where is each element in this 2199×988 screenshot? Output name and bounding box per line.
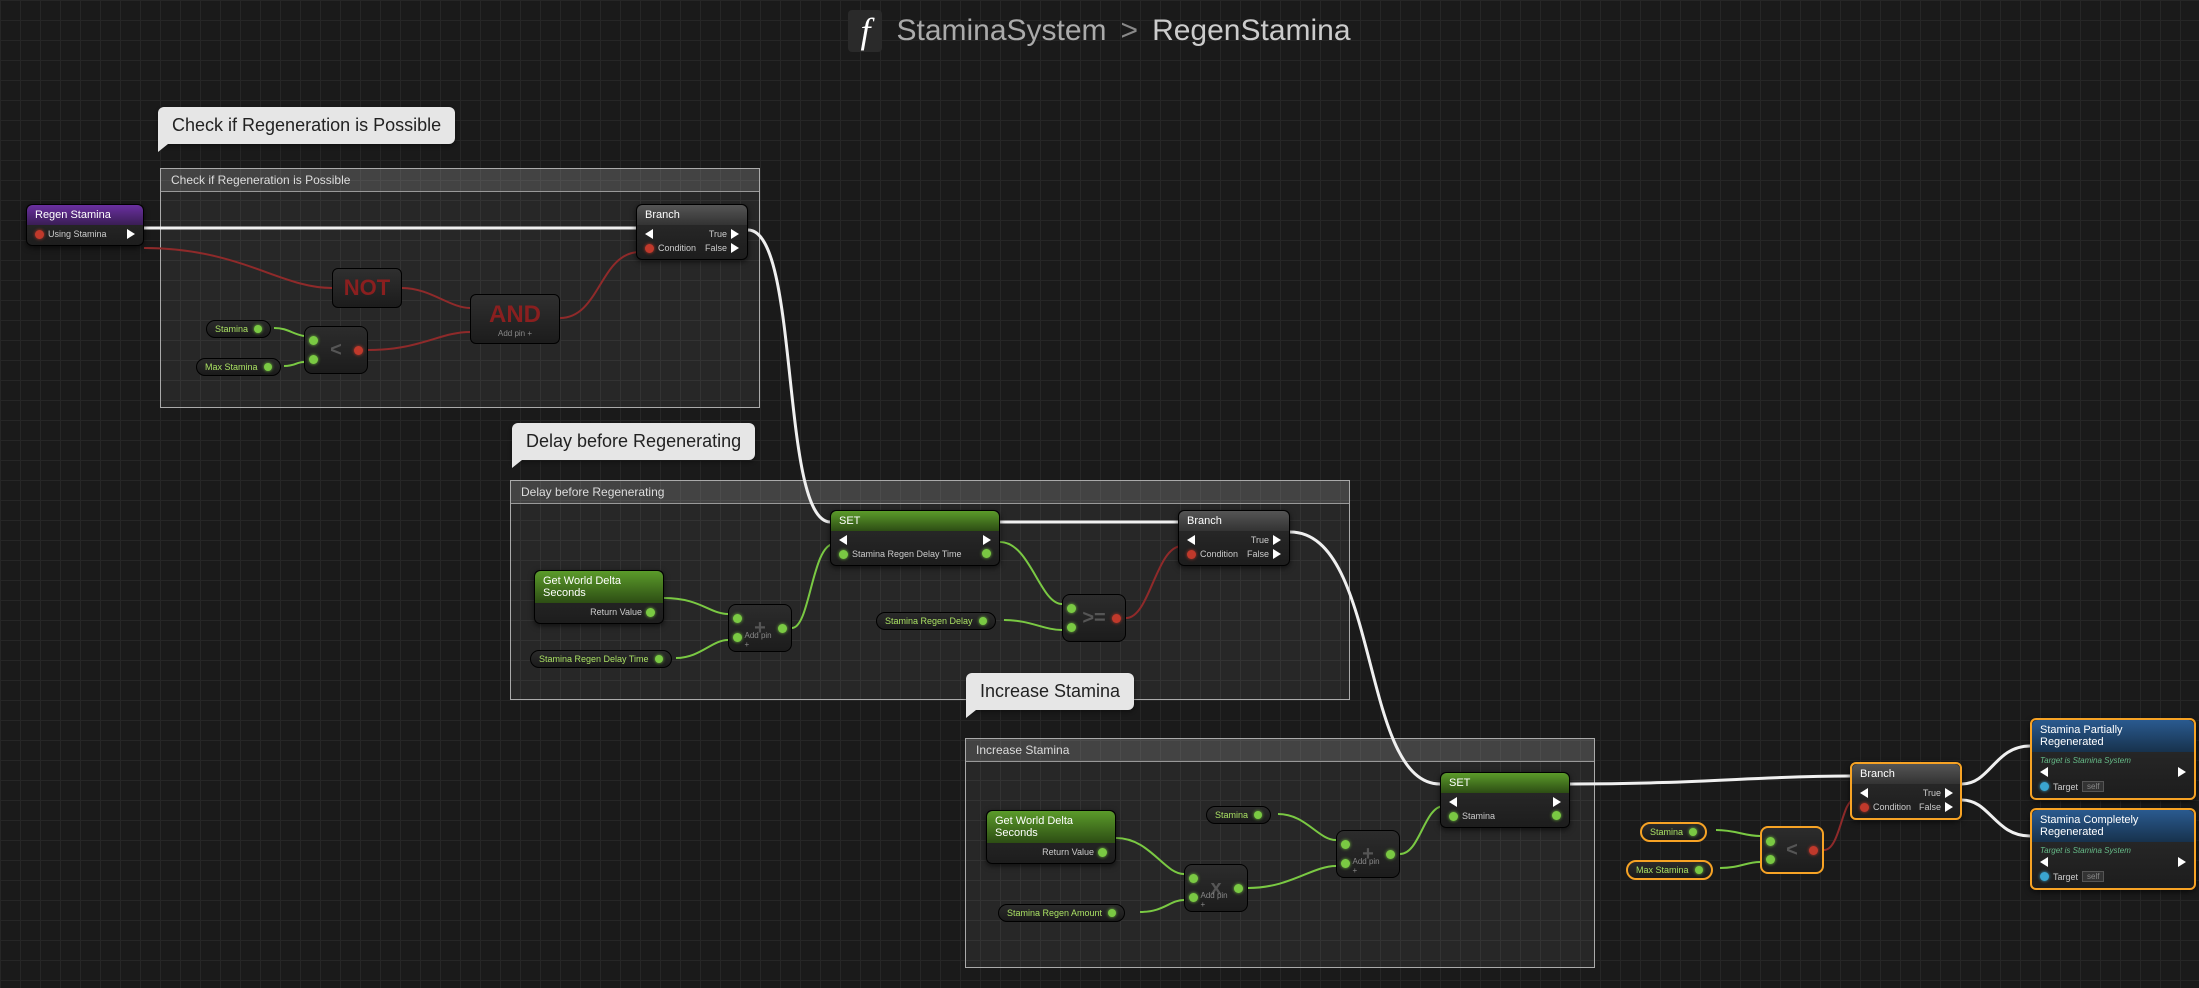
add-pin[interactable]: Add pin + xyxy=(498,329,532,338)
var-regen-delay-time[interactable]: Stamina Regen Delay Time xyxy=(530,650,672,668)
var-stamina[interactable]: Stamina xyxy=(206,320,271,338)
op-and[interactable]: AND Add pin + xyxy=(470,294,560,344)
op-not[interactable]: NOT xyxy=(332,268,402,308)
op-less-than[interactable]: < xyxy=(304,326,368,374)
var-max-stamina-2[interactable]: Max Stamina xyxy=(1626,860,1713,880)
branch-node-1[interactable]: Branch Condition True False xyxy=(636,204,748,260)
var-max-stamina[interactable]: Max Stamina xyxy=(196,358,281,376)
branch-node-3[interactable]: Branch Condition True False xyxy=(1850,762,1962,820)
var-regen-amount[interactable]: Stamina Regen Amount xyxy=(998,904,1125,922)
op-less-than-2[interactable]: < xyxy=(1760,826,1824,874)
set-stamina[interactable]: SET Stamina xyxy=(1440,772,1570,828)
get-world-delta-seconds-2[interactable]: Get World Delta Seconds Return Value xyxy=(986,810,1116,864)
get-world-delta-seconds[interactable]: Get World Delta Seconds Return Value xyxy=(534,570,664,624)
function-entry-node[interactable]: Regen Stamina Using Stamina xyxy=(26,204,144,246)
event-complete-regen[interactable]: Stamina Completely Regenerated Target is… xyxy=(2030,808,2196,890)
pin-return[interactable]: Return Value xyxy=(590,607,642,617)
op-gte[interactable]: >= xyxy=(1062,594,1126,642)
region-title: Check if Regeneration is Possible xyxy=(161,169,759,192)
breadcrumb: f StaminaSystem > RegenStamina xyxy=(0,10,2199,52)
pin-regen-delay-time[interactable]: Stamina Regen Delay Time xyxy=(852,549,962,559)
pin-using-stamina[interactable]: Using Stamina xyxy=(48,229,107,239)
op-add-2[interactable]: + Add pin + xyxy=(1336,830,1400,878)
node-title: SET xyxy=(831,511,999,531)
tooltip-region-3: Increase Stamina xyxy=(966,673,1134,710)
add-pin[interactable]: Add pin + xyxy=(745,631,776,649)
op-multiply[interactable]: x Add pin + xyxy=(1184,864,1248,912)
node-title: Regen Stamina xyxy=(27,205,143,225)
breadcrumb-parent[interactable]: StaminaSystem xyxy=(896,14,1106,48)
node-subtitle: Target is Stamina System xyxy=(2040,756,2186,765)
var-regen-delay[interactable]: Stamina Regen Delay xyxy=(876,612,996,630)
set-regen-delay-time[interactable]: SET Stamina Regen Delay Time xyxy=(830,510,1000,566)
pin-condition[interactable]: Condition xyxy=(658,243,696,253)
breadcrumb-sep: > xyxy=(1121,14,1139,48)
tooltip-region-2: Delay before Regenerating xyxy=(512,423,755,460)
function-icon: f xyxy=(848,10,882,52)
pin-true[interactable]: True xyxy=(709,229,727,239)
node-title: Get World Delta Seconds xyxy=(535,571,663,603)
node-title: Branch xyxy=(637,205,747,225)
pin-false[interactable]: False xyxy=(705,243,727,253)
tooltip-region-1: Check if Regeneration is Possible xyxy=(158,107,455,144)
branch-node-2[interactable]: Branch Condition True False xyxy=(1178,510,1290,566)
breadcrumb-current: RegenStamina xyxy=(1152,14,1350,48)
region-title: Increase Stamina xyxy=(966,739,1594,762)
region-title: Delay before Regenerating xyxy=(511,481,1349,504)
var-stamina-2[interactable]: Stamina xyxy=(1206,806,1271,824)
event-partial-regen[interactable]: Stamina Partially Regenerated Target is … xyxy=(2030,718,2196,800)
var-stamina-3[interactable]: Stamina xyxy=(1640,822,1707,842)
op-add-1[interactable]: + Add pin + xyxy=(728,604,792,652)
